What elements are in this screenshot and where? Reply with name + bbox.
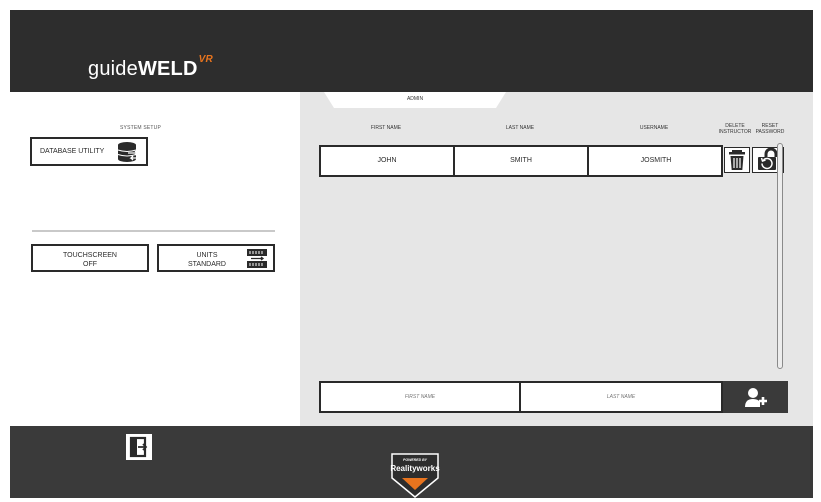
column-header-reset-line2: PASSWORD <box>755 129 785 135</box>
realityworks-text: Realityworks <box>390 464 440 473</box>
column-header-delete-line2: INSTRUCTOR <box>718 129 752 135</box>
guideweld-logo: guideWELDVR <box>88 54 213 81</box>
add-user-icon <box>745 388 767 407</box>
realityworks-logo: POWERED BY Realityworks <box>390 453 440 498</box>
column-header-first-name: FIRST NAME <box>370 125 402 131</box>
touchscreen-toggle-button[interactable]: TOUCHSCREEN OFF <box>31 244 149 272</box>
touchscreen-value: OFF <box>83 261 97 268</box>
tab-admin-label: ADMIN <box>406 96 424 102</box>
add-instructor-form <box>319 381 723 413</box>
admin-panel: ADMIN FIRST NAME LAST NAME USERNAME DELE… <box>300 92 813 426</box>
touchscreen-text: TOUCHSCREEN OFF <box>33 251 147 269</box>
database-utility-button[interactable]: DATABASE UTILITY <box>30 137 148 166</box>
database-utility-label: DATABASE UTILITY <box>40 148 105 155</box>
table-row: JOHN SMITH JOSMITH <box>319 145 723 177</box>
header: guideWELDVR <box>10 10 813 92</box>
trash-icon[interactable] <box>724 147 750 173</box>
cell-last-name: SMITH <box>455 147 589 175</box>
logo-guide-text: guide <box>88 58 138 80</box>
logo-vr-text: VR <box>198 54 213 65</box>
touchscreen-label: TOUCHSCREEN <box>63 252 117 259</box>
system-setup-panel: SYSTEM SETUP DATABASE UTILITY TOUCHSCREE… <box>10 92 300 426</box>
units-text: UNITS STANDARD <box>179 251 235 269</box>
column-header-username: USERNAME <box>639 125 669 131</box>
app-frame: guideWELDVR SYSTEM SETUP DATABASE UTILIT… <box>10 10 813 498</box>
logo-weld-text: WELD <box>137 58 198 80</box>
divider <box>32 230 275 232</box>
new-last-name-input[interactable] <box>521 383 721 411</box>
database-icon <box>117 142 140 162</box>
table-scrollbar[interactable] <box>777 143 783 369</box>
exit-door-icon[interactable] <box>126 434 152 460</box>
section-label-system-setup: SYSTEM SETUP <box>120 125 162 131</box>
tab-admin[interactable]: ADMIN <box>324 92 506 108</box>
units-toggle-button[interactable]: UNITS STANDARD <box>157 244 275 272</box>
column-header-reset-password: RESET PASSWORD <box>752 123 788 135</box>
add-instructor-button[interactable] <box>723 381 788 413</box>
units-label: UNITS <box>196 252 218 259</box>
powered-by-text: POWERED BY <box>403 458 428 462</box>
cell-first-name: JOHN <box>321 147 455 175</box>
units-toggle-icon <box>247 249 267 268</box>
cell-username: JOSMITH <box>640 157 672 164</box>
column-header-delete-instructor: DELETE INSTRUCTOR <box>718 123 752 135</box>
new-first-name-input[interactable] <box>321 383 521 411</box>
footer: POWERED BY Realityworks <box>10 426 813 498</box>
column-header-last-name: LAST NAME <box>505 125 535 131</box>
units-value: STANDARD <box>188 261 226 268</box>
